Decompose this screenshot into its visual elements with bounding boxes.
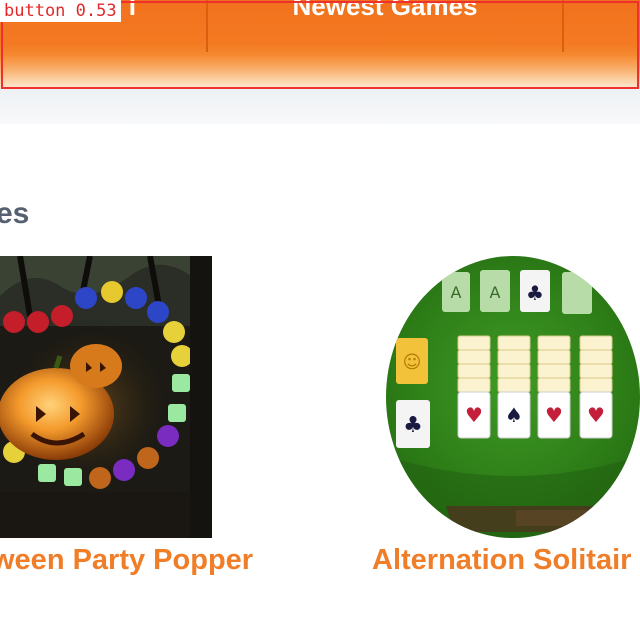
game-title[interactable]: ween Party Popper xyxy=(0,542,253,578)
svg-text:♥: ♥ xyxy=(587,403,605,427)
page: I Newest Games es ween Party Popper A A … xyxy=(0,0,640,640)
nav-tab-next[interactable] xyxy=(564,0,640,52)
game-thumbnail-art: A A ♣ ☺ ♣ ♥ ♠ ♥ ♥ xyxy=(386,270,640,538)
nav-tab-newest-games-label: Newest Games xyxy=(292,0,478,21)
game-thumbnail[interactable] xyxy=(0,256,212,538)
svg-text:♠: ♠ xyxy=(505,403,523,427)
game-thumbnail[interactable]: A A ♣ ☺ ♣ ♥ ♠ ♥ ♥ xyxy=(386,256,640,538)
svg-text:♥: ♥ xyxy=(545,403,563,427)
svg-text:A: A xyxy=(490,283,501,302)
svg-text:A: A xyxy=(451,283,462,302)
svg-text:♥: ♥ xyxy=(465,403,483,427)
nav-tab-newest-games[interactable]: Newest Games xyxy=(208,0,562,52)
svg-text:☺: ☺ xyxy=(403,352,422,373)
game-card[interactable]: ween Party Popper xyxy=(0,256,253,576)
svg-text:♣: ♣ xyxy=(526,281,544,305)
detection-label: button 0.53 xyxy=(0,0,121,22)
game-card[interactable]: A A ♣ ☺ ♣ ♥ ♠ ♥ ♥ Alternation Solitair xyxy=(372,256,640,576)
section-title: es xyxy=(0,197,30,230)
game-title[interactable]: Alternation Solitair xyxy=(372,542,631,578)
game-thumbnail-art xyxy=(0,256,212,538)
svg-text:♣: ♣ xyxy=(403,413,423,438)
sub-navbar xyxy=(0,88,640,124)
